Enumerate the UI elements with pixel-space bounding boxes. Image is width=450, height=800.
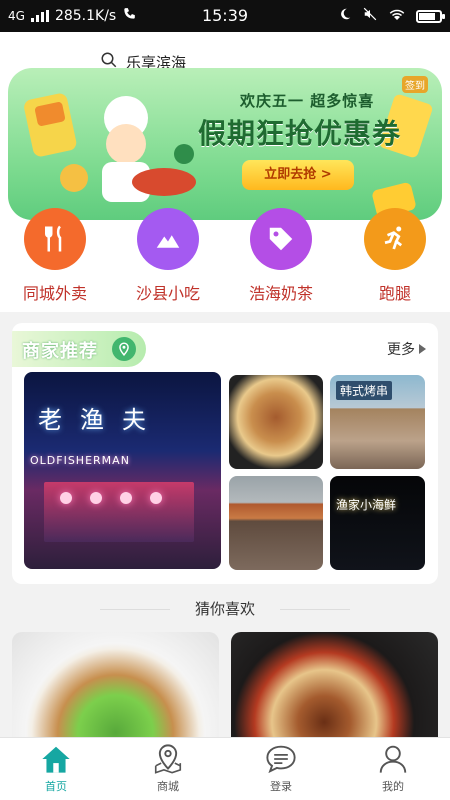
food-card[interactable] [12, 632, 219, 738]
status-bar: 4G 285.1K/s 15:39 [0, 0, 450, 32]
light-dot [60, 492, 72, 504]
tab-label: 商城 [157, 780, 179, 793]
merchant-photo-seafood[interactable]: 渔家小海鲜 [330, 476, 425, 570]
nav-label: 同城外卖 [22, 284, 87, 303]
location-pin-icon [112, 337, 136, 361]
section-title: 商家推荐 [12, 331, 146, 367]
more-text: 更多 [387, 342, 415, 358]
grab-coupon-button[interactable]: 立即去抢 > [242, 160, 354, 190]
arrow-right-icon [419, 344, 426, 354]
header-area: 乐享滨海 签到 欢庆五一 超多惊喜 假期狂抢优惠券 立即去抢 > 同城外卖 沙县… [0, 32, 450, 312]
shop-sign: 老渔夫 [38, 406, 164, 434]
more-link[interactable]: 更多 [387, 339, 426, 359]
wifi-icon [388, 7, 406, 25]
light-dot [150, 492, 162, 504]
shop-sign-en: OLDFISHERMAN [30, 454, 130, 467]
moon-icon [338, 7, 352, 25]
shop-sign: 韩式烤串 [336, 381, 393, 400]
tab-login[interactable]: 登录 [225, 744, 337, 794]
light-dot [120, 492, 132, 504]
tab-label: 首页 [45, 780, 67, 793]
quick-nav: 同城外卖 沙县小吃 浩海奶茶 跑腿 [0, 208, 450, 318]
tab-mall[interactable]: 商城 [112, 744, 224, 794]
merchant-photo-shop[interactable] [229, 476, 323, 570]
light-dot [90, 492, 102, 504]
food-card[interactable] [231, 632, 438, 738]
battery-icon [416, 9, 445, 23]
tab-label: 我的 [382, 780, 404, 793]
tab-mine[interactable]: 我的 [337, 744, 449, 794]
mountain-icon [137, 208, 199, 270]
merchant-recommend-card: 商家推荐 更多 老渔夫 OLDFISHERMAN 韩式烤串 渔家小海鲜 [12, 323, 438, 584]
nav-label: 跑腿 [378, 284, 411, 303]
merchant-photo-bbq[interactable]: 韩式烤串 [330, 375, 425, 469]
nav-item-milk-tea[interactable]: 浩海奶茶 [226, 208, 336, 304]
shop-front [44, 482, 194, 542]
user-icon [379, 745, 407, 773]
shop-sign: 渔家小海鲜 [336, 498, 397, 512]
runner-icon [364, 208, 426, 270]
bottom-tabbar: 首页 商城 登录 我的 [0, 737, 450, 800]
section-title-text: 商家推荐 [22, 341, 98, 362]
nav-item-errand[interactable]: 跑腿 [340, 208, 450, 304]
banner-title: 假期狂抢优惠券 [198, 117, 402, 150]
checkin-tag[interactable]: 签到 [402, 76, 428, 93]
tag-icon [250, 208, 312, 270]
status-right [338, 7, 445, 25]
merchant-photo-noodle[interactable] [229, 375, 323, 469]
chat-bubble-icon [266, 745, 296, 774]
tab-label: 登录 [270, 780, 292, 793]
guess-title: 猜你喜欢 [194, 600, 255, 618]
nav-label: 浩海奶茶 [248, 284, 313, 303]
merchant-photo-main[interactable]: 老渔夫 OLDFISHERMAN [24, 372, 221, 569]
nav-label: 沙县小吃 [135, 284, 200, 303]
nav-item-snack[interactable]: 沙县小吃 [113, 208, 223, 304]
divider [280, 609, 350, 610]
nav-item-takeout[interactable]: 同城外卖 [0, 208, 110, 304]
map-pin-icon [154, 744, 182, 774]
chef-illustration-icon [24, 93, 196, 202]
promo-banner[interactable]: 签到 欢庆五一 超多惊喜 假期狂抢优惠券 立即去抢 > [8, 68, 442, 220]
tab-home[interactable]: 首页 [0, 744, 112, 794]
home-icon [42, 746, 70, 773]
fork-knife-icon [24, 208, 86, 270]
banner-subtitle: 欢庆五一 超多惊喜 [240, 92, 375, 110]
mute-icon [362, 7, 378, 25]
